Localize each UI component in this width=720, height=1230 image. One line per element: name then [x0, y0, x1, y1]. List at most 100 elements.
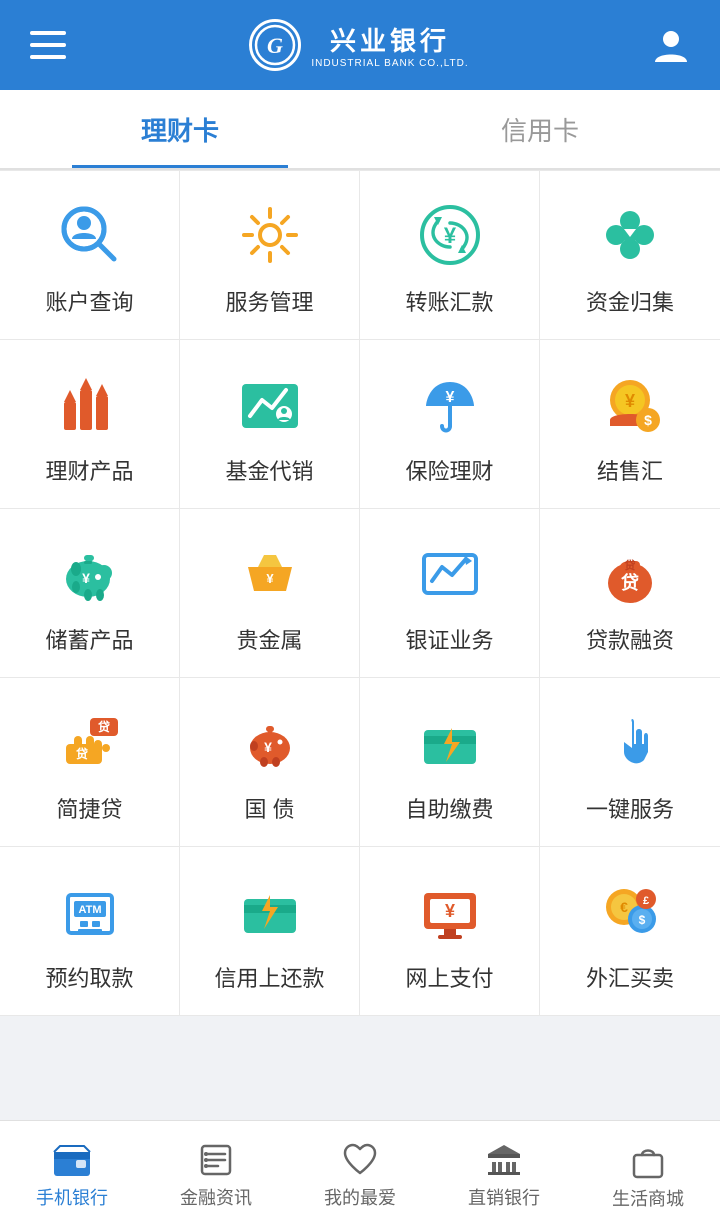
grid-item-service-manage[interactable]: 服务管理 — [180, 171, 360, 340]
tab-liancai[interactable]: 理财卡 — [0, 90, 360, 168]
fund-collect-icon — [594, 199, 666, 271]
svg-text:贷: 贷 — [97, 719, 109, 734]
savings-label: 储蓄产品 — [45, 623, 133, 655]
securities-icon — [414, 537, 486, 609]
grid-item-atm[interactable]: ATM 预约取款 — [0, 847, 180, 1016]
tab-bar: 理财卡 信用卡 — [0, 90, 720, 170]
account-query-icon — [54, 199, 126, 271]
grid-item-credit-repay[interactable]: 信用上还款 — [180, 847, 360, 1016]
grid-item-precious-metal[interactable]: ¥ 贵金属 — [180, 509, 360, 678]
credit-repay-label: 信用上还款 — [214, 961, 324, 993]
nav-life-mall[interactable]: 生活商城 — [576, 1121, 720, 1230]
online-pay-icon: ¥ — [414, 875, 486, 947]
wallet-icon — [52, 1142, 92, 1178]
header: G 兴业银行 INDUSTRIAL BANK CO.,LTD. — [0, 0, 720, 90]
grid-item-fund-collect[interactable]: 资金归集 — [540, 171, 720, 340]
grid-item-securities[interactable]: 银证业务 — [360, 509, 540, 678]
svg-text:G: G — [267, 33, 283, 58]
bank-name-cn: 兴业银行 — [311, 21, 468, 58]
svg-text:¥: ¥ — [625, 391, 635, 411]
insurance-icon: ¥ — [414, 368, 486, 440]
self-pay-label: 自助缴费 — [405, 792, 493, 824]
grid-item-fund-sales[interactable]: 基金代销 — [180, 340, 360, 509]
svg-text:贷: 贷 — [621, 572, 639, 593]
bank-name-en: INDUSTRIAL BANK CO.,LTD. — [311, 58, 468, 69]
grid-item-transfer[interactable]: ¥ 转账汇款 — [360, 171, 540, 340]
grid-item-forex[interactable]: € $ £ 外汇买卖 — [540, 847, 720, 1016]
quick-loan-icon: 贷 贷 — [54, 706, 126, 778]
atm-icon: ATM — [54, 875, 126, 947]
grid-item-wealth-product[interactable]: 理财产品 — [0, 340, 180, 509]
one-service-label: 一键服务 — [586, 792, 674, 824]
forex-label: 外汇买卖 — [586, 961, 674, 993]
bank-icon — [484, 1142, 524, 1178]
nav-direct-bank[interactable]: 直销银行 — [432, 1121, 576, 1230]
list-icon — [198, 1142, 234, 1178]
transfer-icon: ¥ — [414, 199, 486, 271]
loan-icon: 贷 贷 — [594, 537, 666, 609]
svg-text:$: $ — [639, 913, 646, 927]
logo: G 兴业银行 INDUSTRIAL BANK CO.,LTD. — [249, 19, 468, 71]
atm-label: 预约取款 — [45, 961, 133, 993]
grid-item-account-query[interactable]: 账户查询 — [0, 171, 180, 340]
grid-item-settlement[interactable]: ¥ $ 结售汇 — [540, 340, 720, 509]
self-pay-icon — [414, 706, 486, 778]
nav-mobile-bank-label: 手机银行 — [36, 1184, 108, 1210]
bottom-nav: 手机银行 金融资讯 我的最爱 — [0, 1120, 720, 1230]
svg-text:£: £ — [643, 895, 649, 907]
grid-item-online-pay[interactable]: ¥ 网上支付 — [360, 847, 540, 1016]
fund-sales-label: 基金代销 — [225, 454, 313, 486]
loan-label: 贷款融资 — [586, 623, 674, 655]
fund-sales-icon — [234, 368, 306, 440]
nav-mobile-bank[interactable]: 手机银行 — [0, 1121, 144, 1230]
user-icon[interactable] — [652, 26, 690, 64]
one-service-icon — [594, 706, 666, 778]
content-area: 账户查询 服务管理 — [0, 170, 720, 1126]
heart-icon — [341, 1142, 379, 1178]
forex-icon: € $ £ — [594, 875, 666, 947]
nav-favorites[interactable]: 我的最爱 — [288, 1121, 432, 1230]
nav-life-mall-label: 生活商城 — [612, 1185, 684, 1211]
service-manage-label: 服务管理 — [225, 285, 313, 317]
nav-direct-bank-label: 直销银行 — [468, 1184, 540, 1210]
svg-text:¥: ¥ — [266, 571, 274, 586]
bag-icon — [630, 1141, 666, 1179]
service-manage-icon — [234, 199, 306, 271]
online-pay-label: 网上支付 — [405, 961, 493, 993]
svg-text:¥: ¥ — [264, 739, 272, 755]
svg-text:¥: ¥ — [444, 901, 454, 921]
quick-loan-label: 简捷贷 — [56, 792, 122, 824]
fund-collect-label: 资金归集 — [586, 285, 674, 317]
svg-text:贷: 贷 — [625, 558, 636, 572]
grid-item-self-pay[interactable]: 自助缴费 — [360, 678, 540, 847]
grid-item-treasury-bond[interactable]: ¥ 国 债 — [180, 678, 360, 847]
precious-metal-label: 贵金属 — [236, 623, 302, 655]
svg-text:贷: 贷 — [75, 746, 87, 761]
svg-text:$: $ — [644, 412, 652, 428]
transfer-label: 转账汇款 — [405, 285, 493, 317]
svg-text:¥: ¥ — [443, 223, 456, 248]
svg-text:¥: ¥ — [82, 570, 90, 586]
account-query-label: 账户查询 — [45, 285, 133, 317]
grid-item-savings[interactable]: ¥ 储蓄产品 — [0, 509, 180, 678]
grid-item-insurance[interactable]: ¥ 保险理财 — [360, 340, 540, 509]
wealth-product-icon — [54, 368, 126, 440]
wealth-product-label: 理财产品 — [45, 454, 133, 486]
svg-text:€: € — [620, 899, 628, 915]
nav-finance-news-label: 金融资讯 — [180, 1184, 252, 1210]
grid-item-loan[interactable]: 贷 贷 贷款融资 — [540, 509, 720, 678]
nav-finance-news[interactable]: 金融资讯 — [144, 1121, 288, 1230]
settlement-label: 结售汇 — [597, 454, 663, 486]
grid-item-quick-loan[interactable]: 贷 贷 简捷贷 — [0, 678, 180, 847]
tab-xinyong[interactable]: 信用卡 — [360, 90, 720, 168]
credit-repay-icon — [234, 875, 306, 947]
precious-metal-icon: ¥ — [234, 537, 306, 609]
grid-item-one-service[interactable]: 一键服务 — [540, 678, 720, 847]
securities-label: 银证业务 — [405, 623, 493, 655]
menu-button[interactable] — [30, 31, 66, 59]
settlement-icon: ¥ $ — [594, 368, 666, 440]
savings-icon: ¥ — [54, 537, 126, 609]
nav-favorites-label: 我的最爱 — [324, 1184, 396, 1210]
svg-text:ATM: ATM — [78, 904, 101, 916]
svg-text:¥: ¥ — [445, 389, 454, 406]
